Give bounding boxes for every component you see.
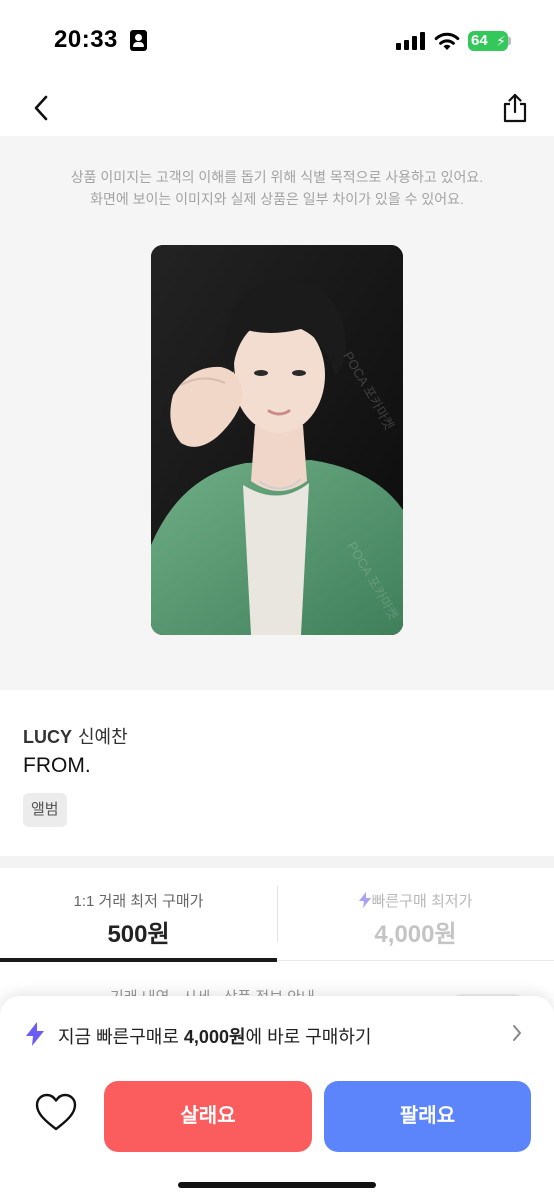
quick-buy-text: 지금 빠른구매로 4,000원에 바로 구매하기 xyxy=(58,1023,371,1049)
tab-bottom-line xyxy=(277,960,554,961)
share-button[interactable] xyxy=(498,88,532,128)
member-name: 신예찬 xyxy=(78,727,128,747)
heart-icon xyxy=(35,1093,77,1131)
product-image-section: 상품 이미지는 고객의 이해를 돕기 위해 식별 목적으로 사용하고 있어요. … xyxy=(0,136,554,690)
buy-button[interactable]: 살래요 xyxy=(104,1081,312,1152)
brand-name[interactable]: LUCY xyxy=(23,727,72,747)
tab-price: 500원 xyxy=(107,921,170,948)
tab-label-wrap: 빠른구매 최저가 xyxy=(277,890,554,911)
disclaimer-line-1: 상품 이미지는 고객의 이해를 돕기 위해 식별 목적으로 사용하고 있어요. xyxy=(70,169,484,185)
product-name: FROM. xyxy=(23,754,91,777)
cellular-signal-icon xyxy=(396,32,426,50)
active-tab-indicator xyxy=(0,958,277,962)
chevron-left-icon xyxy=(34,95,48,121)
product-info: LUCY 신예찬 FROM. 앨범 xyxy=(0,690,554,856)
lightning-icon xyxy=(26,1022,44,1046)
photocard-illustration: POCA 포카마켓 POCA 포카마켓 xyxy=(151,245,403,635)
person-badge-icon xyxy=(130,30,147,51)
tab-label: 빠른구매 최저가 xyxy=(371,893,473,910)
chevron-right-icon xyxy=(513,1025,521,1041)
wishlist-button[interactable] xyxy=(34,1092,82,1138)
lightning-icon xyxy=(358,892,371,908)
price-tabs: 1:1 거래 최저 구매가 500원 빠른구매 최저가 4,000원 xyxy=(0,868,554,964)
status-bar: 20:33 64 ⚡ xyxy=(0,0,554,80)
battery-tip xyxy=(508,37,511,45)
category-tag: 앨범 xyxy=(23,793,67,827)
wifi-icon xyxy=(434,32,460,50)
back-button[interactable] xyxy=(26,90,56,126)
status-time: 20:33 xyxy=(54,26,118,53)
share-icon xyxy=(503,93,527,123)
sell-button[interactable]: 팔래요 xyxy=(324,1081,531,1152)
tab-label: 1:1 거래 최저 구매가 xyxy=(73,893,204,910)
disclaimer-line-2: 화면에 보이는 이미지와 실제 상품은 일부 차이가 있을 수 있어요. xyxy=(90,191,464,207)
brand-line: LUCY 신예찬 xyxy=(23,723,128,749)
home-indicator xyxy=(178,1182,376,1188)
quick-buy-suffix: 에 바로 구매하기 xyxy=(245,1027,372,1047)
header xyxy=(0,80,554,136)
battery-charging-icon: 64 ⚡ xyxy=(468,31,508,51)
quick-buy-price: 4,000원 xyxy=(183,1027,246,1047)
quick-buy-prefix: 지금 빠른구매로 xyxy=(58,1027,184,1047)
tab-direct-trade-price[interactable]: 1:1 거래 최저 구매가 500원 xyxy=(0,868,277,964)
battery-level: 64 xyxy=(471,32,488,49)
bottom-action-sheet: 지금 빠른구매로 4,000원에 바로 구매하기 살래요 팔래요 xyxy=(0,996,554,1200)
section-divider xyxy=(0,856,554,868)
tab-quick-buy-price[interactable]: 빠른구매 최저가 4,000원 xyxy=(277,868,554,964)
tab-price: 4,000원 xyxy=(374,921,457,948)
image-disclaimer: 상품 이미지는 고객의 이해를 돕기 위해 식별 목적으로 사용하고 있어요. … xyxy=(0,166,554,210)
photocard-image[interactable]: POCA 포카마켓 POCA 포카마켓 xyxy=(151,245,403,635)
quick-buy-banner[interactable]: 지금 빠른구매로 4,000원에 바로 구매하기 xyxy=(0,1012,554,1056)
charging-bolt-icon: ⚡ xyxy=(496,33,506,49)
